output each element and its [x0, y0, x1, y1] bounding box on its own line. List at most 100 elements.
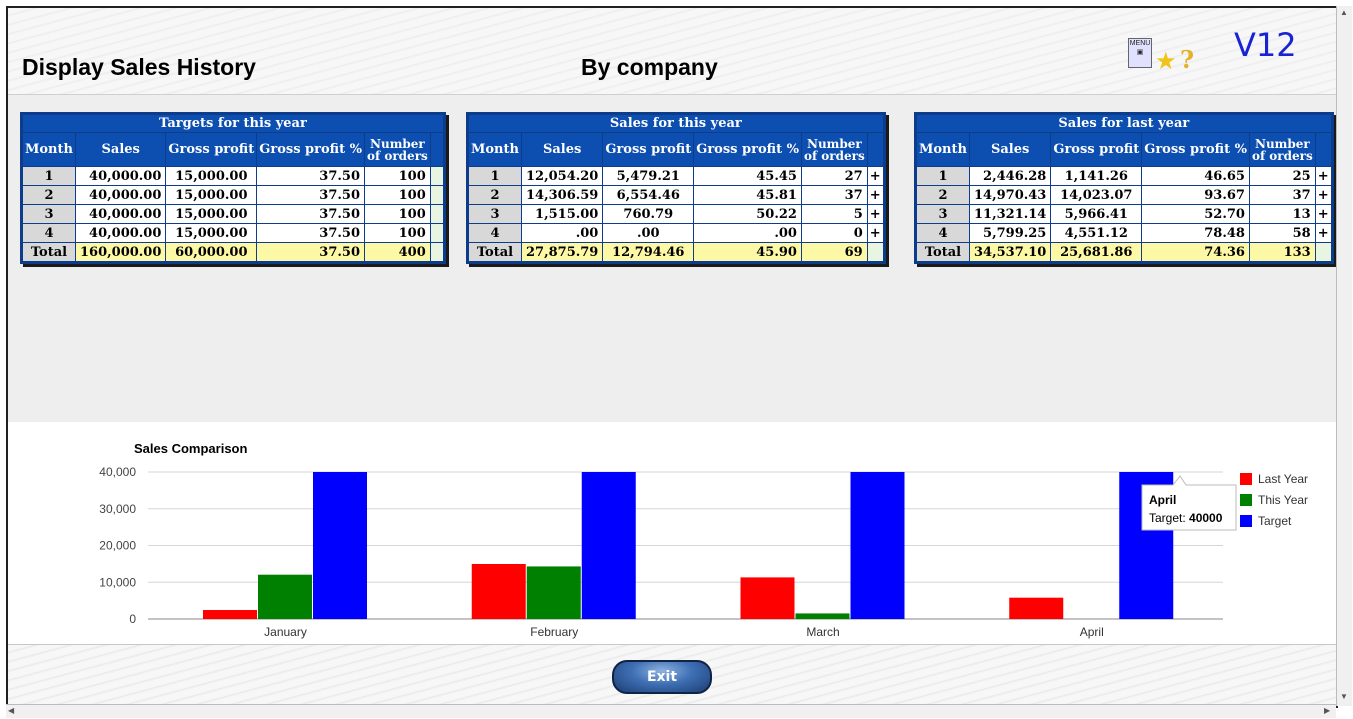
cell-spacer — [430, 224, 443, 242]
cell-total-label: Total — [469, 243, 521, 261]
bar-this-year — [795, 613, 850, 619]
cell-gross-profit-pct: 37.50 — [257, 205, 364, 223]
cell-gross-profit-pct: 45.81 — [694, 186, 801, 204]
cell-gross-profit-pct: 37.50 — [257, 224, 364, 242]
cell-spacer — [430, 186, 443, 204]
cell-gross-profit-pct: .00 — [694, 224, 801, 242]
cell-gross-profit: 15,000.00 — [166, 167, 257, 185]
legend-swatch-last-year — [1240, 473, 1252, 485]
cell-month: 2 — [469, 186, 521, 204]
col-gross-profit: Gross profit — [603, 133, 694, 166]
cell-gross-profit: 5,966.41 — [1051, 205, 1142, 223]
col-month: Month — [917, 133, 969, 166]
cell-gross-profit-pct: 46.65 — [1142, 167, 1249, 185]
table-row: 1 40,000.00 15,000.00 37.50 100 — [23, 167, 443, 185]
cell-total-label: Total — [23, 243, 75, 261]
expand-row-button[interactable]: + — [867, 186, 883, 204]
table-row: 3 1,515.00 760.79 50.22 5 + — [469, 205, 883, 223]
col-orders: Number of orders — [801, 133, 867, 166]
cell-spacer — [1315, 243, 1331, 261]
col-spacer — [430, 133, 443, 166]
table-caption: Sales for last year — [917, 115, 1331, 132]
cell-sales: 11,321.14 — [969, 205, 1051, 223]
cell-month: 4 — [23, 224, 75, 242]
star-icon[interactable]: ★ — [1155, 50, 1177, 74]
sales-comparison-chart: Sales Comparison 0 10,000 20,000 30,000 40,00… — [8, 422, 1336, 644]
cell-total-gross-profit-pct: 45.90 — [694, 243, 801, 261]
horizontal-scrollbar[interactable]: ◀ ▶ — [6, 704, 1336, 718]
cell-orders: 58 — [1249, 224, 1315, 242]
last-year-table: Sales for last year Month Sales Gross pr… — [914, 112, 1334, 264]
cell-orders: 100 — [365, 224, 430, 242]
bar-this-year — [526, 566, 581, 619]
bar-last-year — [471, 563, 526, 619]
cell-sales: 40,000.00 — [75, 224, 166, 242]
cell-gross-profit: 5,479.21 — [603, 167, 694, 185]
cell-total-gross-profit: 25,681.86 — [1051, 243, 1142, 261]
footer-bar: Exit — [8, 644, 1336, 706]
bar-target — [313, 472, 367, 619]
y-tick-label: 40,000 — [99, 465, 136, 479]
legend-label: Last Year — [1258, 472, 1308, 486]
chart-svg: Sales Comparison 0 10,000 20,000 30,000 40,00… — [99, 441, 1308, 639]
cell-sales: .00 — [521, 224, 603, 242]
scroll-right-icon[interactable]: ▶ — [1324, 706, 1330, 715]
expand-row-button[interactable]: + — [1315, 224, 1331, 242]
cell-total-gross-profit: 12,794.46 — [603, 243, 694, 261]
page-subtitle: By company — [581, 54, 718, 80]
bar-this-year — [258, 574, 312, 619]
bar-last-year — [740, 577, 795, 619]
cell-spacer — [430, 167, 443, 185]
x-tick-label: March — [806, 625, 839, 639]
col-gross-profit-pct: Gross profit % — [1142, 133, 1249, 166]
expand-row-button[interactable]: + — [867, 224, 883, 242]
scroll-down-icon[interactable]: ▼ — [1340, 692, 1348, 701]
scroll-left-icon[interactable]: ◀ — [8, 706, 14, 715]
vertical-scrollbar[interactable]: ▲ ▼ — [1336, 6, 1352, 706]
expand-row-button[interactable]: + — [1315, 167, 1331, 185]
table-row: 4 5,799.25 4,551.12 78.48 58 + — [917, 224, 1331, 242]
cell-gross-profit: 760.79 — [603, 205, 694, 223]
col-sales: Sales — [521, 133, 603, 166]
col-month: Month — [469, 133, 521, 166]
cell-month: 4 — [469, 224, 521, 242]
menu-icon[interactable]: MENU ▣ — [1128, 38, 1152, 68]
help-icon[interactable]: ? — [1180, 48, 1194, 72]
cell-spacer — [430, 243, 443, 261]
table-caption: Targets for this year — [23, 115, 443, 132]
expand-row-button[interactable]: + — [1315, 205, 1331, 223]
cell-gross-profit: 15,000.00 — [166, 205, 257, 223]
cell-total-gross-profit-pct: 37.50 — [257, 243, 364, 261]
cell-sales: 40,000.00 — [75, 186, 166, 204]
table-row: 2 40,000.00 15,000.00 37.50 100 — [23, 186, 443, 204]
expand-row-button[interactable]: + — [867, 167, 883, 185]
cell-total-orders: 400 — [365, 243, 430, 261]
cell-gross-profit-pct: 50.22 — [694, 205, 801, 223]
bar-target — [581, 472, 636, 619]
col-sales: Sales — [969, 133, 1051, 166]
table-row: 3 40,000.00 15,000.00 37.50 100 — [23, 205, 443, 223]
total-row: Total 34,537.10 25,681.86 74.36 133 — [917, 243, 1331, 261]
cell-month: 4 — [917, 224, 969, 242]
cell-orders: 100 — [365, 167, 430, 185]
expand-row-button[interactable]: + — [1315, 186, 1331, 204]
cell-gross-profit: 1,141.26 — [1051, 167, 1142, 185]
cell-sales: 2,446.28 — [969, 167, 1051, 185]
targets-table: Targets for this year Month Sales Gross … — [20, 112, 446, 264]
cell-orders: 0 — [801, 224, 867, 242]
table-row: 1 12,054.20 5,479.21 45.45 27 + — [469, 167, 883, 185]
expand-row-button[interactable]: + — [867, 205, 883, 223]
scroll-up-icon[interactable]: ▲ — [1340, 8, 1348, 17]
y-tick-label: 30,000 — [99, 502, 136, 516]
table-row: 2 14,306.59 6,554.46 45.81 37 + — [469, 186, 883, 204]
col-month: Month — [23, 133, 75, 166]
legend-swatch-this-year — [1240, 494, 1252, 506]
exit-button[interactable]: Exit — [612, 660, 712, 694]
cell-total-orders: 133 — [1249, 243, 1315, 261]
x-tick-label: January — [264, 625, 307, 639]
cell-total-sales: 34,537.10 — [969, 243, 1051, 261]
table-caption: Sales for this year — [469, 115, 883, 132]
cell-orders: 5 — [801, 205, 867, 223]
tooltip-label: Target: — [1149, 511, 1189, 525]
cell-gross-profit: .00 — [603, 224, 694, 242]
